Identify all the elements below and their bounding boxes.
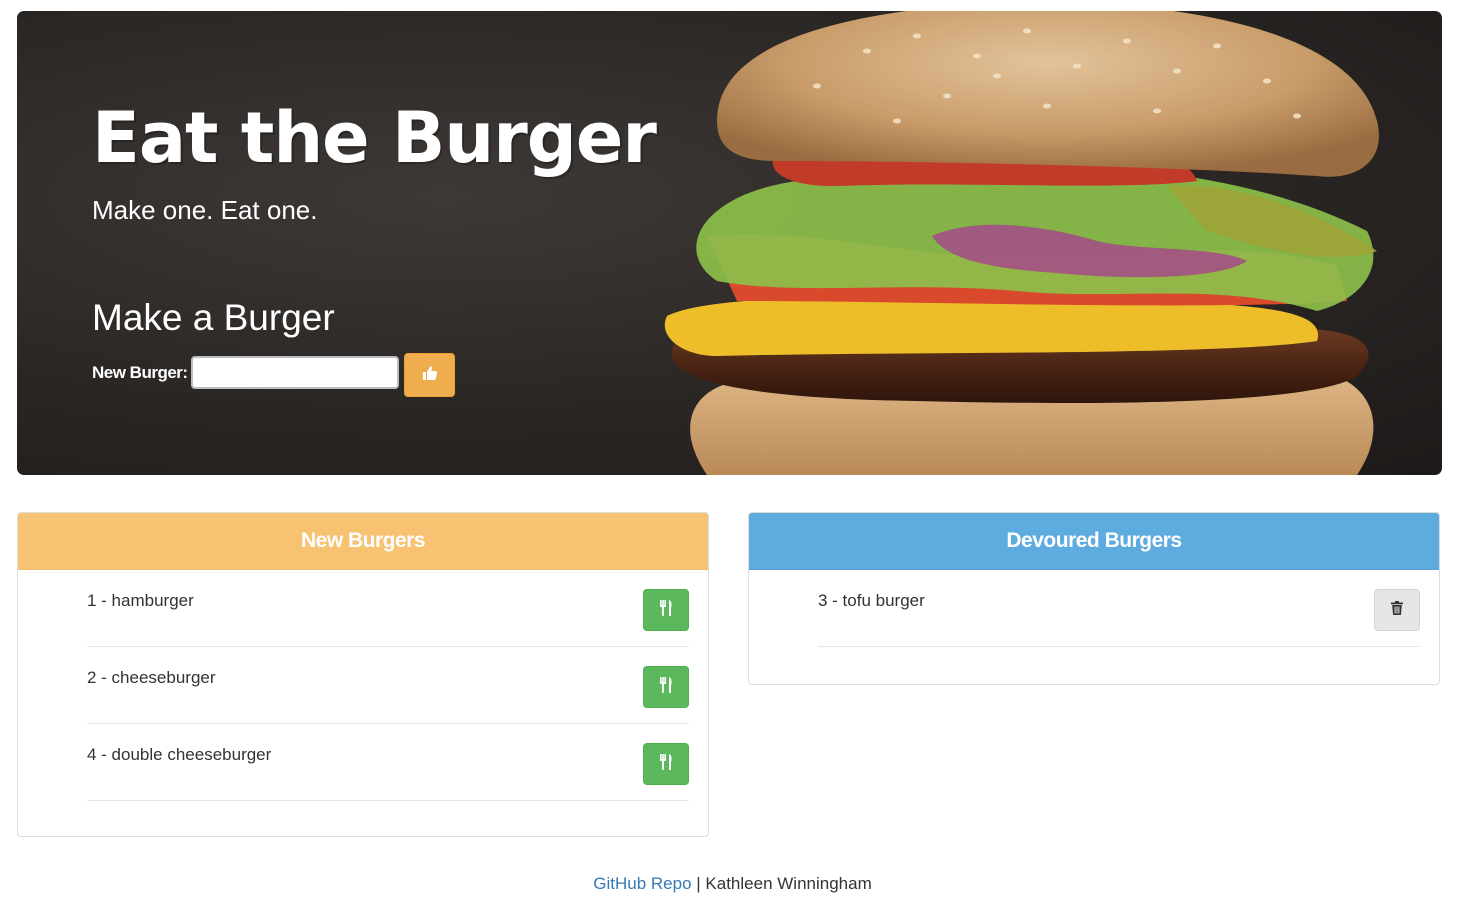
new-burgers-list: 1 - hamburger 2 - cheeseburger 4 - doubl… [18,570,708,801]
burger-image [664,11,1379,475]
new-burgers-panel: New Burgers 1 - hamburger 2 - cheeseburg… [17,512,709,837]
devoured-burgers-panel: Devoured Burgers 3 - tofu burger [748,512,1440,685]
devour-button[interactable] [643,743,689,785]
page-title: Eat the Burger [92,97,657,179]
burger-name: 2 - cheeseburger [87,668,216,687]
thumbs-up-icon [422,365,438,386]
list-item: 3 - tofu burger [818,570,1420,647]
list-item: 4 - double cheeseburger [87,724,689,801]
footer: GitHub Repo | Kathleen Winningham [0,874,1465,894]
utensils-icon [659,599,673,622]
list-item: 1 - hamburger [87,570,689,647]
page-tagline: Make one. Eat one. [92,195,318,225]
burger-name: 1 - hamburger [87,591,194,610]
devour-button[interactable] [643,589,689,631]
author-name: Kathleen Winningham [705,874,872,893]
make-burger-heading: Make a Burger [92,297,335,338]
devour-button[interactable] [643,666,689,708]
footer-separator: | [691,874,706,893]
burger-name: 4 - double cheeseburger [87,745,272,764]
submit-burger-button[interactable] [404,353,455,397]
delete-button[interactable] [1374,589,1420,631]
utensils-icon [659,676,673,699]
new-burger-label: New Burger: [92,363,188,382]
new-burgers-heading: New Burgers [18,513,708,570]
utensils-icon [659,753,673,776]
new-burger-input[interactable] [191,356,399,389]
burger-name: 3 - tofu burger [818,591,925,610]
github-repo-link[interactable]: GitHub Repo [593,874,691,893]
trash-icon [1391,600,1403,620]
hero-banner: Eat the Burger Make one. Eat one. Make a… [17,11,1442,475]
devoured-burgers-list: 3 - tofu burger [749,570,1439,647]
devoured-burgers-heading: Devoured Burgers [749,513,1439,570]
list-item: 2 - cheeseburger [87,647,689,724]
